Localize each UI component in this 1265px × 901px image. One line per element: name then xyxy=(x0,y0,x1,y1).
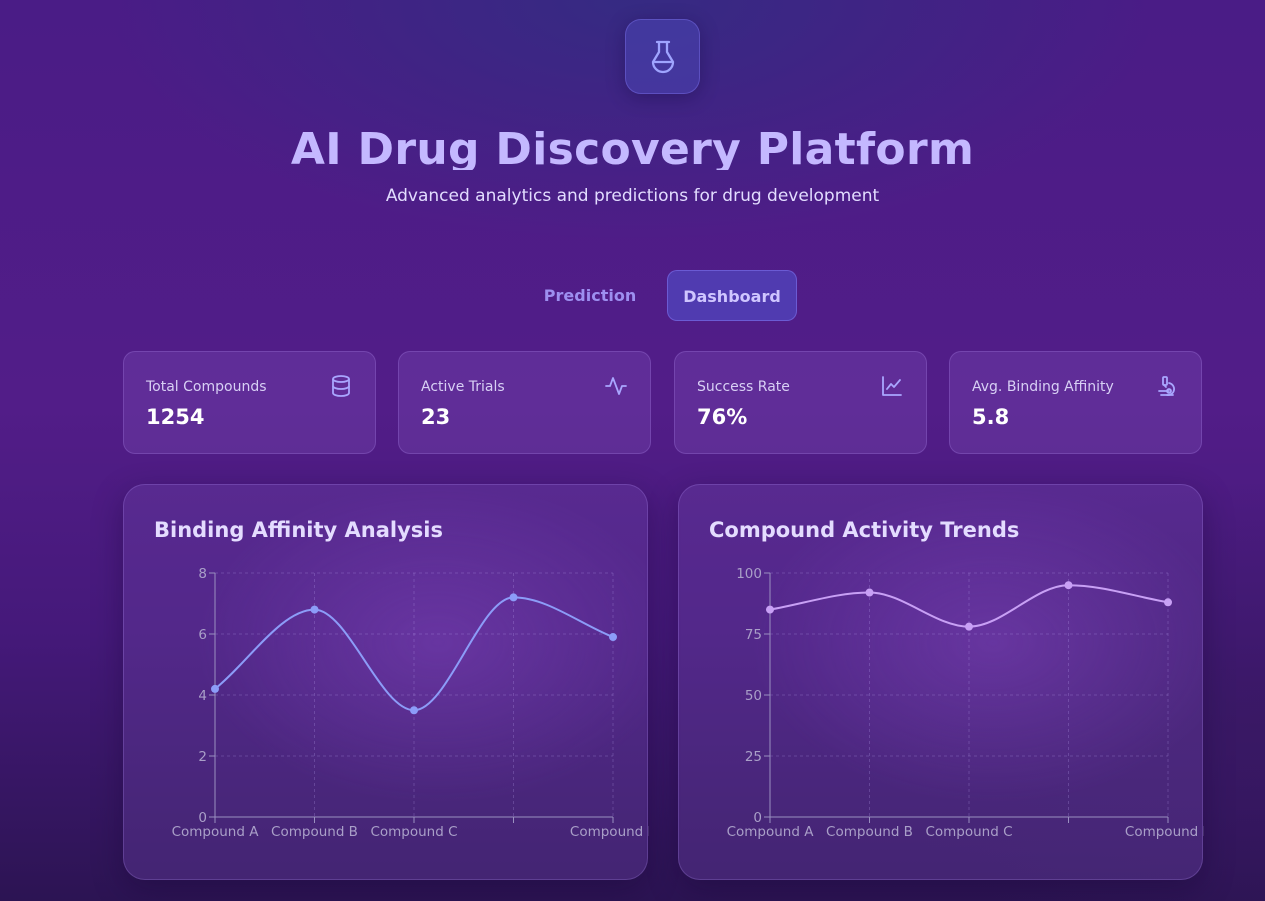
data-point[interactable] xyxy=(865,588,874,597)
flask-icon xyxy=(651,40,674,73)
stat-value: 1254 xyxy=(146,405,205,429)
x-tick-label: Compound C xyxy=(370,824,457,840)
stat-card-success-rate: Success Rate 76% xyxy=(674,351,927,454)
y-tick-label: 50 xyxy=(745,688,762,704)
compound-activity-chart: 0255075100Compound A Compound B Compound C… xyxy=(727,566,1204,840)
data-point[interactable] xyxy=(410,706,418,715)
tab-prediction[interactable]: Prediction xyxy=(528,270,652,321)
binding-affinity-chart: 02468Compound A Compound B Compound C Compo… xyxy=(172,566,649,840)
stat-label: Total Compounds xyxy=(146,379,267,395)
x-tick-label: Compound E xyxy=(1125,824,1204,840)
page-subtitle: Advanced analytics and predictions for d… xyxy=(385,186,880,206)
line-chart-icon xyxy=(882,376,902,396)
stat-value: 5.8 xyxy=(972,405,1010,429)
database-icon xyxy=(332,375,350,397)
y-tick-label: 100 xyxy=(736,566,762,582)
y-tick-label: 25 xyxy=(745,749,762,765)
stat-card-active-trials: Active Trials 23 xyxy=(398,351,651,454)
stat-label: Success Rate xyxy=(697,379,790,395)
x-tick-label: Compound B xyxy=(271,824,358,840)
y-tick-label: 75 xyxy=(745,627,762,643)
y-tick-label: 6 xyxy=(198,627,207,643)
stat-value: 23 xyxy=(421,405,451,429)
stat-card-total-compounds: Total Compounds 1254 xyxy=(123,351,376,454)
stat-label: Active Trials xyxy=(421,379,505,395)
data-point[interactable] xyxy=(1064,581,1073,590)
x-tick-label: Compound E xyxy=(570,824,649,840)
data-point[interactable] xyxy=(211,684,219,693)
page-title: AI Drug Discovery Platform xyxy=(290,124,975,170)
y-tick-label: 4 xyxy=(198,688,207,704)
y-tick-label: 8 xyxy=(198,566,207,582)
binding-affinity-card: Binding Affinity Analysis 0 2 4 6 8 Compound … xyxy=(123,484,649,880)
x-tick-label: Compound A xyxy=(172,824,260,840)
data-point[interactable] xyxy=(965,622,973,631)
stat-value: 76% xyxy=(697,405,748,429)
activity-icon xyxy=(605,377,627,395)
tab-dashboard[interactable]: Dashboard xyxy=(667,270,797,321)
microscope-icon xyxy=(1158,376,1175,396)
view-tabs: Prediction Dashboard xyxy=(0,270,1265,322)
x-tick-label: Compound A xyxy=(727,824,815,840)
data-point[interactable] xyxy=(609,633,617,642)
data-point[interactable] xyxy=(1164,598,1172,607)
data-point[interactable] xyxy=(509,593,518,602)
stat-label: Avg. Binding Affinity xyxy=(972,379,1114,395)
y-tick-label: 2 xyxy=(198,749,207,765)
logo-badge xyxy=(625,19,700,94)
x-tick-label: Compound B xyxy=(826,824,913,840)
data-point[interactable] xyxy=(766,605,774,614)
stat-card-binding-affinity: Avg. Binding Affinity 5.8 xyxy=(949,351,1202,454)
data-point[interactable] xyxy=(310,605,319,614)
compound-activity-card: Compound Activity Trends 0 25 50 75 100 Compo… xyxy=(678,484,1204,880)
x-tick-label: Compound C xyxy=(925,824,1012,840)
